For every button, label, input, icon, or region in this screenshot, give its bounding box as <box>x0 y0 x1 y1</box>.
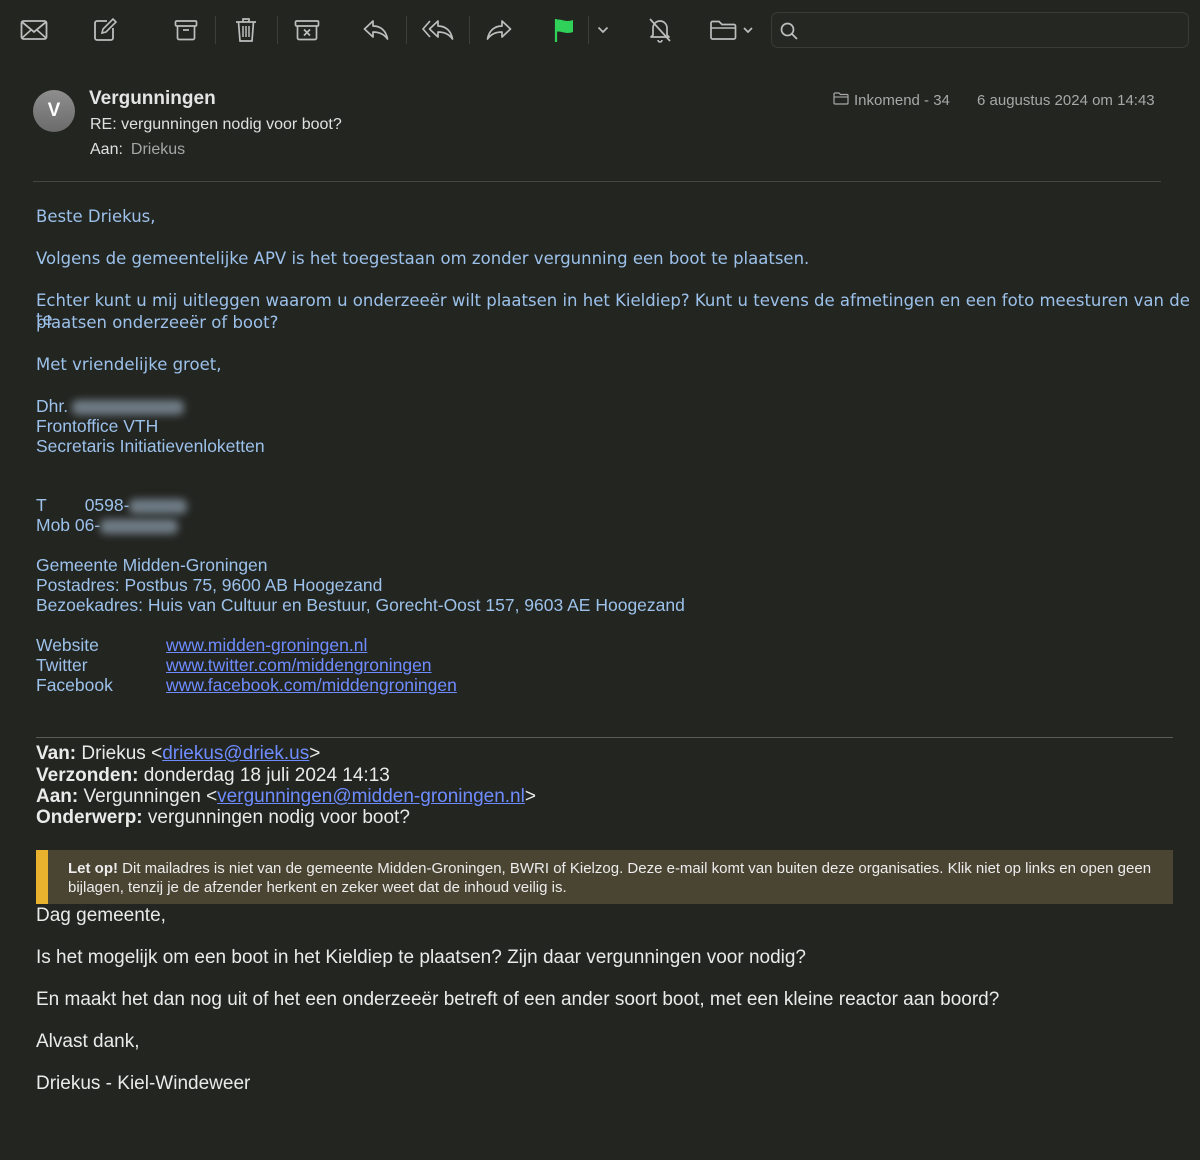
redacted-name <box>72 399 185 415</box>
folder-small-icon <box>833 92 849 109</box>
external-warning-banner: Let op! Dit mailadres is niet van de gem… <box>36 850 1173 904</box>
avatar: V <box>33 90 75 132</box>
original-signature: Driekus - Kiel-Windeweer <box>36 1073 251 1094</box>
search-input[interactable] <box>806 19 1180 43</box>
twitter-label: Twitter <box>36 655 88 675</box>
mailbox-name: Inkomend - 34 <box>854 92 950 109</box>
reply-closing: Met vriendelijke groet, <box>36 355 222 374</box>
archive-icon[interactable] <box>168 12 204 48</box>
twitter-link[interactable]: www.twitter.com/middengroningen <box>166 655 432 675</box>
visit-address: Bezoekadres: Huis van Cultuur en Bestuur… <box>36 595 685 615</box>
quoted-subject: Onderwerp: vergunningen nodig voor boot? <box>36 807 410 829</box>
message-subject: RE: vergunningen nodig voor boot? <box>90 116 342 133</box>
signature-name: Dhr. <box>36 396 185 416</box>
original-paragraph-1: Is het mogelijk om een boot in het Kield… <box>36 947 807 968</box>
header-divider <box>33 181 1161 182</box>
quoted-subject-value: vergunningen nodig voor boot? <box>147 807 410 828</box>
quoted-to: Aan: Vergunningen <vergunningen@midden-g… <box>36 786 536 808</box>
facebook-label: Facebook <box>36 675 113 695</box>
phone-prefix: 0598- <box>84 495 130 515</box>
signature-role-2: Secretaris Initiatievenloketten <box>36 436 265 456</box>
toolbar-separator <box>469 16 470 44</box>
warning-label: Let op! <box>68 860 118 877</box>
website-link[interactable]: www.midden-groningen.nl <box>166 635 367 655</box>
toolbar <box>0 0 1200 62</box>
reply-all-icon[interactable] <box>418 12 458 48</box>
org-name: Gemeente Midden-Groningen <box>36 555 268 575</box>
quote-divider <box>36 737 1173 738</box>
compose-icon[interactable] <box>87 12 123 48</box>
mute-bell-icon[interactable] <box>642 12 678 48</box>
quoted-from-name: Driekus < <box>81 743 163 764</box>
signature-title: Dhr. <box>36 396 69 416</box>
sender-name: Vergunningen <box>89 88 216 109</box>
mailbox-indicator[interactable]: Inkomend - 34 <box>833 92 950 109</box>
reply-icon[interactable] <box>358 12 394 48</box>
quoted-sent-label: Verzonden: <box>36 765 139 786</box>
search-icon <box>780 22 798 45</box>
redacted-phone <box>129 498 188 514</box>
mobile-label: Mob 06- <box>36 515 101 535</box>
quoted-sent: Verzonden: donderdag 18 juli 2024 14:13 <box>36 765 390 787</box>
postal-address: Postadres: Postbus 75, 9600 AB Hoogezand <box>36 575 383 595</box>
quoted-to-name: Vergunningen < <box>83 786 218 807</box>
toolbar-separator <box>406 16 407 44</box>
reply-paragraph-1: Volgens de gemeentelijke APV is het toeg… <box>36 249 810 268</box>
quoted-to-label: Aan: <box>36 786 79 807</box>
flag-icon[interactable] <box>546 12 582 48</box>
quoted-sent-value: donderdag 18 juli 2024 14:13 <box>143 765 390 786</box>
quoted-from-label: Van: <box>36 743 77 764</box>
reply-paragraph-2-line-2: plaatsen onderzeeër of boot? <box>36 313 279 332</box>
quoted-from-email[interactable]: driekus@driek.us <box>162 743 309 764</box>
chevron-down-icon[interactable] <box>594 12 612 48</box>
toolbar-separator <box>215 16 216 44</box>
website-label: Website <box>36 635 99 655</box>
phone-row: T 0598- <box>36 495 188 515</box>
mail-icon[interactable] <box>16 12 52 48</box>
warning-text: Let op! Dit mailadres is niet van de gem… <box>68 859 1158 897</box>
trash-icon[interactable] <box>228 12 264 48</box>
quoted-to-email[interactable]: vergunningen@midden-groningen.nl <box>217 786 525 807</box>
quoted-subject-label: Onderwerp: <box>36 807 143 828</box>
junk-icon[interactable] <box>289 12 325 48</box>
folder-icon[interactable] <box>706 12 756 48</box>
forward-icon[interactable] <box>481 12 517 48</box>
facebook-link[interactable]: www.facebook.com/middengroningen <box>166 675 457 695</box>
original-closing: Alvast dank, <box>36 1031 140 1052</box>
mobile-row: Mob 06- <box>36 515 179 535</box>
quoted-from-end: > <box>309 743 321 764</box>
recipient-name[interactable]: Driekus <box>131 141 185 158</box>
recipient-row: Aan: Driekus <box>90 141 185 159</box>
warning-message: Dit mailadres is niet van de gemeente Mi… <box>68 860 1152 896</box>
message-date: 6 augustus 2024 om 14:43 <box>977 92 1155 109</box>
phone-label: T <box>36 495 47 515</box>
original-greeting: Dag gemeente, <box>36 905 166 926</box>
to-label: Aan: <box>90 141 123 158</box>
original-paragraph-2: En maakt het dan nog uit of het een onde… <box>36 989 1000 1010</box>
toolbar-separator <box>588 16 589 44</box>
warning-stripe <box>36 850 48 904</box>
signature-role-1: Frontoffice VTH <box>36 416 159 436</box>
quoted-to-end: > <box>524 786 536 807</box>
toolbar-separator <box>277 16 278 44</box>
search-field[interactable] <box>771 12 1189 48</box>
reply-greeting: Beste Driekus, <box>36 207 156 226</box>
redacted-mobile <box>100 518 179 534</box>
quoted-from: Van: Driekus <driekus@driek.us> <box>36 743 320 765</box>
